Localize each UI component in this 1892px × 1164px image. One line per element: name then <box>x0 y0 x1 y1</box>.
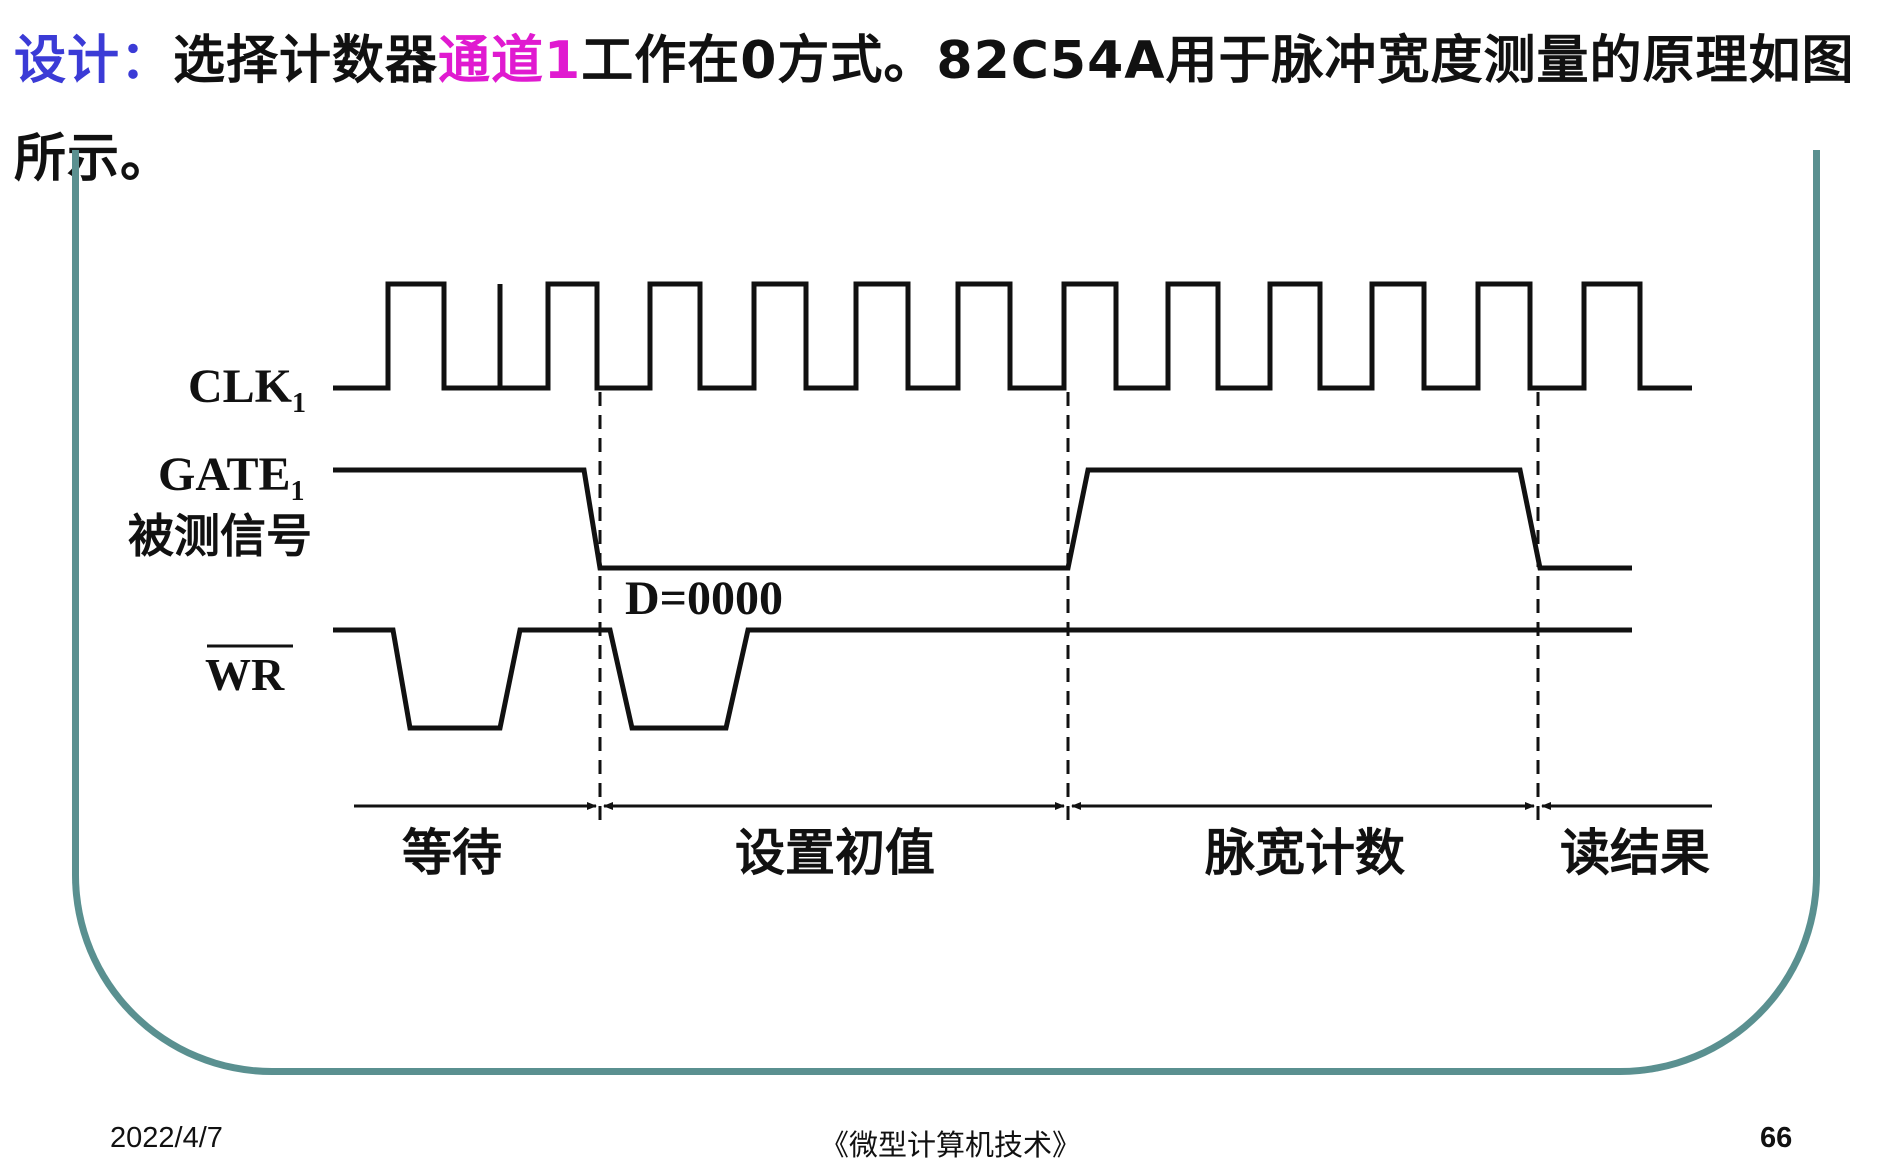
phase-label-wait: 等待 <box>402 823 502 882</box>
timing-diagram: CLK1 GATE1 被测信号 WR D=0000 等待 设置初值 脉宽计数 读… <box>128 281 1712 882</box>
gate-signal-note: 被测信号 <box>128 509 312 563</box>
gate-waveform <box>333 467 1632 571</box>
clk-waveform <box>333 281 1692 391</box>
wr-label: WR <box>205 649 285 700</box>
wr-waveform <box>333 627 1632 731</box>
footer-date: 2022/4/7 <box>110 1122 223 1154</box>
footer-page-number: 66 <box>1760 1122 1793 1154</box>
gate-label: GATE1 <box>158 448 304 507</box>
clk-label: CLK1 <box>188 360 306 419</box>
phase-label-read: 读结果 <box>1560 823 1710 882</box>
phase-label-setup: 设置初值 <box>735 823 935 882</box>
footer-book-title: 《微型计算机技术》 <box>820 1128 1082 1162</box>
phase-label-count: 脉宽计数 <box>1205 823 1405 882</box>
value-annotation: D=0000 <box>625 572 783 625</box>
